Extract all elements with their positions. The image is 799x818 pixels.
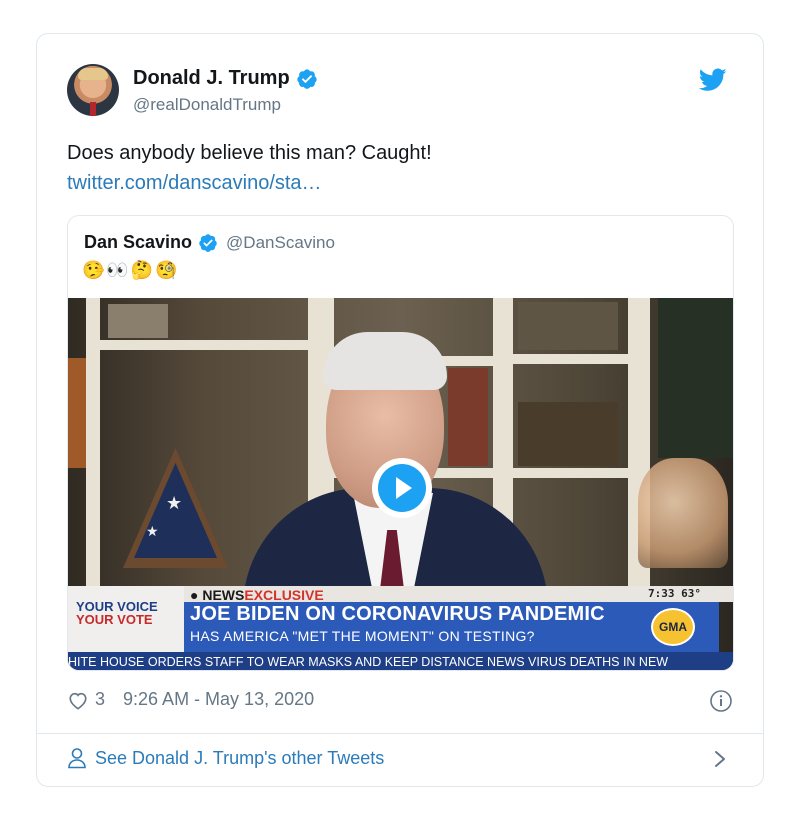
quoted-author-handle: @DanScavino [226,232,335,252]
tweet-timestamp[interactable]: 9:26 AM - May 13, 2020 [123,689,314,710]
flag-star: ★ [146,523,159,539]
tweet-header: Donald J. Trump @realDonaldTrump [67,64,727,116]
flag-star: ★ [166,493,183,513]
quoted-author-name: Dan Scavino [84,232,193,252]
books [108,304,168,338]
exclusive-label: EXCLUSIVE [244,587,324,603]
embedded-tweet-card: Donald J. Trump @realDonaldTrump Does an… [36,33,764,787]
gma-logo: GMA [651,608,695,646]
verified-badge-icon [199,233,217,252]
author-handle[interactable]: @realDonaldTrump [133,95,281,115]
tweet-text: Does anybody believe this man? Caught! [67,142,432,164]
chevron-right-icon[interactable] [713,748,727,770]
video-player[interactable]: ★ ★ YOUR VOICE YOUR VOTE ● NEWSEXCLUSIVE… [68,298,733,670]
quoted-tweet-header: Dan Scavino @DanScavino [84,232,335,253]
speaker-hair [323,332,447,390]
play-icon [378,464,426,512]
twitter-bird-icon[interactable] [699,68,727,92]
news-ticker: HITE HOUSE ORDERS STAFF TO WEAR MASKS AN… [68,652,733,670]
bookshelf-shelf [100,340,310,350]
author-name-row: Donald J. Trump [133,67,318,90]
your-voice-line2: YOUR VOTE [76,612,153,627]
quoted-tweet-text: 🤥👀🤔🧐 [82,260,180,280]
see-other-tweets-link[interactable]: See Donald J. Trump's other Tweets [67,747,384,769]
news-headline: JOE BIDEN ON CORONAVIRUS PANDEMIC [190,603,605,625]
news-label: NEWS [202,587,245,603]
author-name[interactable]: Donald J. Trump [133,67,290,90]
lamp [638,458,728,568]
tweet-link[interactable]: twitter.com/danscavino/sta… [67,172,322,195]
books [448,368,488,466]
books [518,402,618,466]
like-count[interactable]: 3 [95,689,105,710]
heart-icon[interactable] [67,690,89,710]
bookshelf-shelf [513,468,631,478]
abc-news-badge: ● NEWSEXCLUSIVE [190,587,324,603]
your-voice-logo: YOUR VOICE YOUR VOTE [68,586,184,652]
clock-temperature: 7:33 63° [648,587,701,600]
news-subhead: HAS AMERICA "MET THE MOMENT" ON TESTING? [190,628,535,644]
bookshelf-shelf [513,354,631,364]
news-lower-third: YOUR VOICE YOUR VOTE ● NEWSEXCLUSIVE 7:3… [68,586,733,670]
see-other-tweets-label[interactable]: See Donald J. Trump's other Tweets [95,748,384,769]
bookshelf-frame [86,298,100,586]
books [658,298,733,458]
verified-badge-icon [297,68,317,89]
quoted-tweet[interactable]: Dan Scavino @DanScavino 🤥👀🤔🧐 ★ ★ YOUR VO… [67,215,734,671]
author-avatar[interactable] [67,64,119,116]
tweet-meta: 3 9:26 AM - May 13, 2020 [67,689,314,710]
footer-divider [37,733,763,734]
books [68,358,86,468]
user-icon [68,748,86,769]
play-button[interactable] [372,458,432,518]
info-icon[interactable] [709,689,733,713]
books [518,302,618,350]
